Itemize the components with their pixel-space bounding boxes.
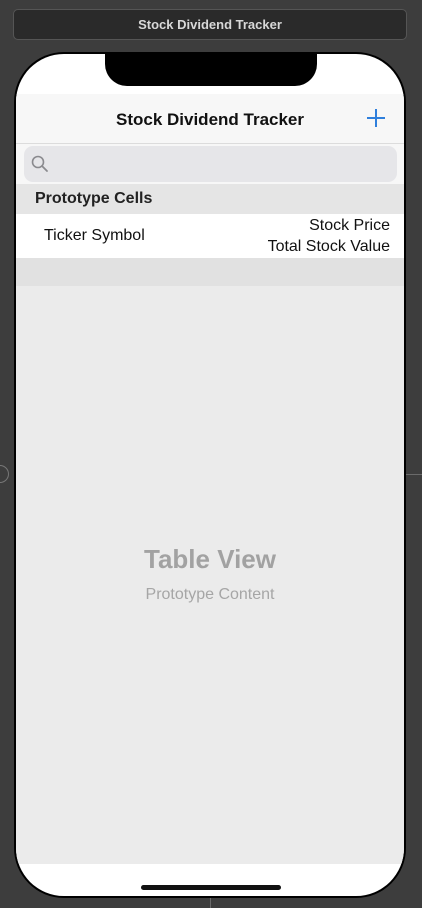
home-indicator [141,885,281,890]
nav-title: Stock Dividend Tracker [115,110,305,129]
prototype-cell[interactable]: Ticker Symbol Stock Price Total Stock Va… [16,214,404,258]
segue-connector-icon[interactable] [0,465,9,483]
search-bar [16,144,404,184]
table-view-title: Table View [144,544,276,574]
device-frame: Stock Dividend Tracker Prototype Cells T [14,52,406,898]
navigation-bar: Stock Dividend Tracker [16,94,404,144]
ticker-symbol-label: Ticker Symbol [44,227,145,244]
plus-icon [367,109,385,127]
section-footer [16,258,404,286]
scene-title: Stock Dividend Tracker [138,17,282,32]
table-view[interactable]: Table View Prototype Content [16,286,404,864]
section-header: Prototype Cells [16,184,404,214]
device-notch [105,54,317,86]
guide-line [406,474,422,475]
storyboard-canvas: Stock Dividend Tracker Stock Dividend Tr… [0,0,422,908]
stock-price-label: Stock Price [309,217,390,234]
total-stock-value-label: Total Stock Value [267,238,390,255]
add-button[interactable] [362,104,390,132]
scene-title-bar[interactable]: Stock Dividend Tracker [13,9,407,40]
search-input[interactable] [24,146,397,182]
device-screen: Stock Dividend Tracker Prototype Cells T [16,54,404,896]
magnifying-glass-icon [31,155,48,172]
table-view-subtitle: Prototype Content [145,586,275,603]
